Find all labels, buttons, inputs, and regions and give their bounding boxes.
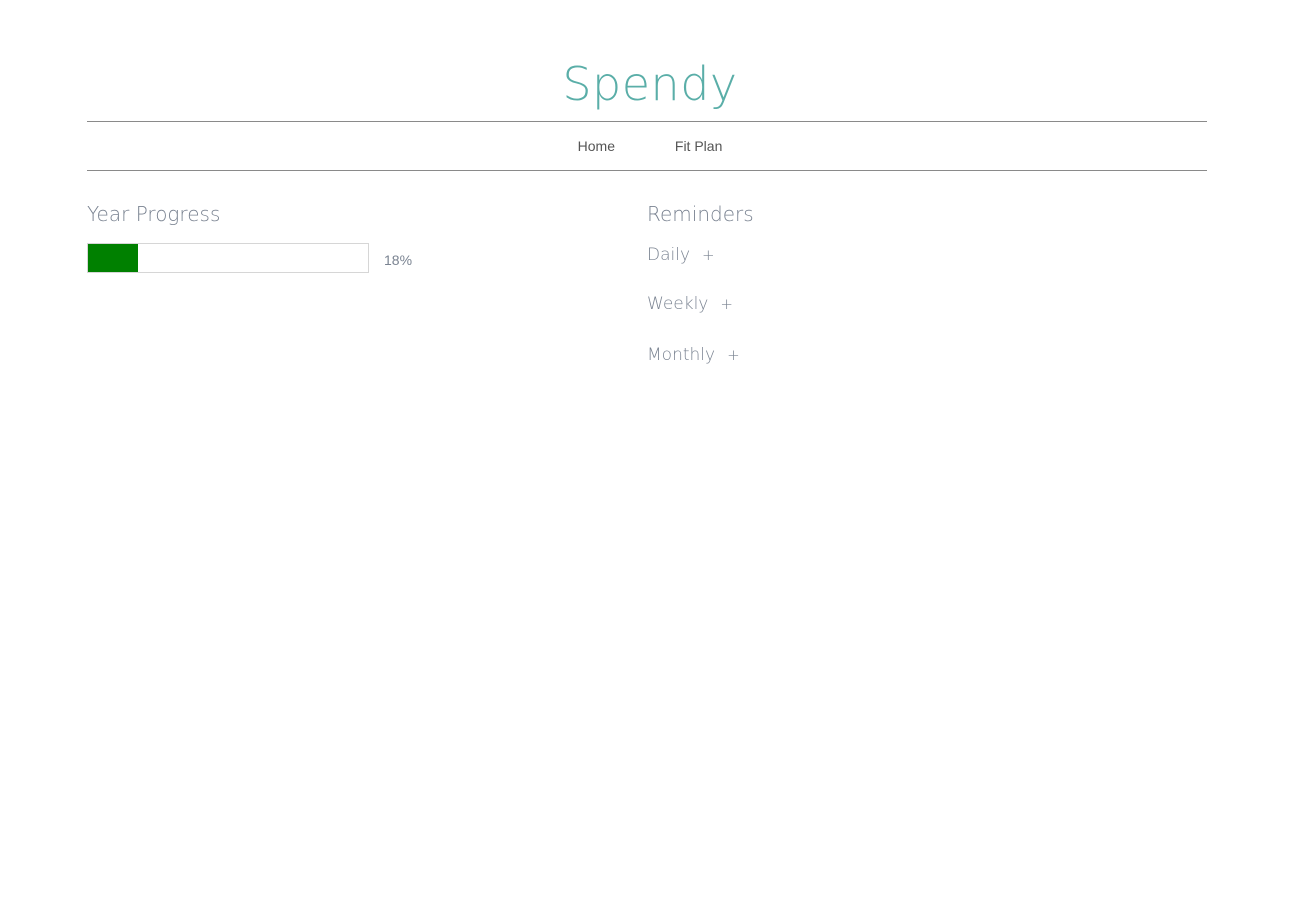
main-nav: Home Fit Plan <box>0 136 1300 156</box>
year-progress-fill <box>88 244 139 272</box>
add-weekly-reminder-icon[interactable]: + <box>720 292 733 316</box>
nav-item-fit-plan[interactable]: Fit Plan <box>675 136 722 156</box>
year-progress-value: 18% <box>384 252 413 268</box>
reminder-weekly-label: Weekly <box>647 294 709 314</box>
app-title: Spendy <box>562 57 738 111</box>
header-divider-top <box>87 121 1207 122</box>
reminder-daily: Daily + <box>647 243 715 267</box>
header-divider-bottom <box>87 170 1207 171</box>
nav-item-home[interactable]: Home <box>578 136 615 156</box>
reminder-monthly-label: Monthly <box>647 345 716 365</box>
add-monthly-reminder-icon[interactable]: + <box>727 343 740 367</box>
add-daily-reminder-icon[interactable]: + <box>702 243 715 267</box>
year-progress-heading: Year Progress <box>87 202 221 226</box>
reminder-weekly: Weekly + <box>647 292 733 316</box>
reminder-monthly: Monthly + <box>647 343 740 367</box>
reminders-heading: Reminders <box>647 202 754 226</box>
reminder-daily-label: Daily <box>647 245 691 265</box>
year-progress-bar <box>87 243 369 273</box>
